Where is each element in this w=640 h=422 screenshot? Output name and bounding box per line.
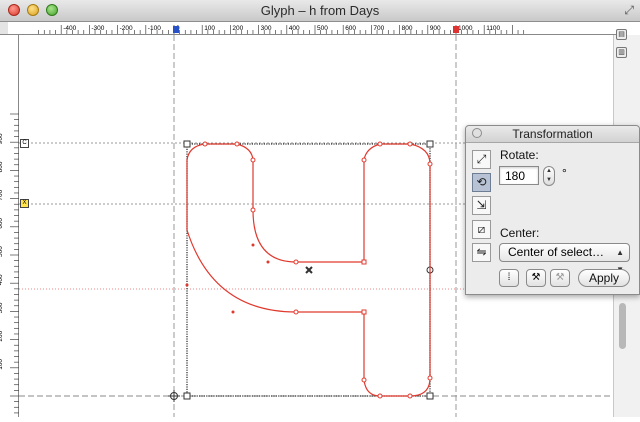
glyph-points xyxy=(202,141,433,399)
apply-button[interactable]: Apply xyxy=(578,269,630,287)
transformation-panel: Transformation ⤢ ⟲ ⇲ ⧄ ⇋ Rotate: 180 ▲ ▼ … xyxy=(465,125,640,295)
split-toggle-icon[interactable]: ▥ xyxy=(616,47,627,58)
selection-handle-tl[interactable] xyxy=(183,140,191,148)
selection-handle-bl[interactable] xyxy=(183,392,191,400)
origin-icon xyxy=(168,390,180,402)
layout-toggle-icon[interactable]: ▤ xyxy=(616,29,627,40)
rotate-label: Rotate: xyxy=(500,148,539,162)
rotate-stepper[interactable]: ▲ ▼ xyxy=(543,166,555,186)
mirror-tool-icon[interactable]: ⇋ xyxy=(472,243,491,262)
cap-height-marker[interactable]: C xyxy=(20,139,29,148)
center-mark xyxy=(305,266,313,274)
panel-close-button[interactable] xyxy=(472,128,482,138)
degree-symbol: ° xyxy=(562,166,567,180)
scale-tool-icon[interactable]: ⤢ xyxy=(472,150,491,169)
view-buttons: ▤▥ xyxy=(616,23,638,58)
align-icon-button[interactable]: ⁞ xyxy=(499,269,519,287)
selection-handle-br[interactable] xyxy=(426,392,434,400)
center-select[interactable]: Center of select… ▲▼ xyxy=(499,243,630,274)
scroll-thumb[interactable] xyxy=(619,303,626,349)
panel-title: Transformation xyxy=(512,127,593,141)
skew-tool-icon[interactable]: ⧄ xyxy=(472,220,491,239)
selection-handle-tr[interactable] xyxy=(426,140,434,148)
hammer-disabled-icon-button[interactable]: ⚒ xyxy=(550,269,570,287)
rotate-tool-icon[interactable]: ⟲ xyxy=(472,173,491,192)
offcurve-points xyxy=(185,243,270,314)
ruler-marker-right[interactable] xyxy=(453,26,459,33)
move-tool-icon[interactable]: ⇲ xyxy=(472,196,491,215)
xheight-marker[interactable]: X xyxy=(20,199,29,208)
hammer-icon-button[interactable]: ⚒ xyxy=(526,269,546,287)
center-select-value: Center of select… xyxy=(508,245,605,259)
ruler-marker-left[interactable] xyxy=(173,26,179,33)
panel-titlebar[interactable]: Transformation xyxy=(466,126,639,143)
rotate-input[interactable]: 180 xyxy=(499,166,539,185)
center-label: Center: xyxy=(500,226,540,240)
